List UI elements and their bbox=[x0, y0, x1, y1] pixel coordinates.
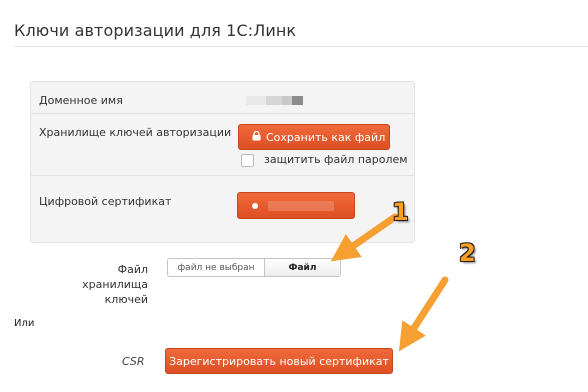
auth-keys-page: Ключи авторизации для 1С:Линк Доменное и… bbox=[0, 0, 588, 392]
annotation-marker-1: 1 bbox=[392, 198, 409, 226]
annotation-arrows bbox=[330, 213, 449, 352]
annotation-marker-2: 2 bbox=[459, 239, 476, 267]
annotation-arrow-2 bbox=[398, 276, 449, 352]
annotation-arrow-1 bbox=[330, 213, 399, 262]
